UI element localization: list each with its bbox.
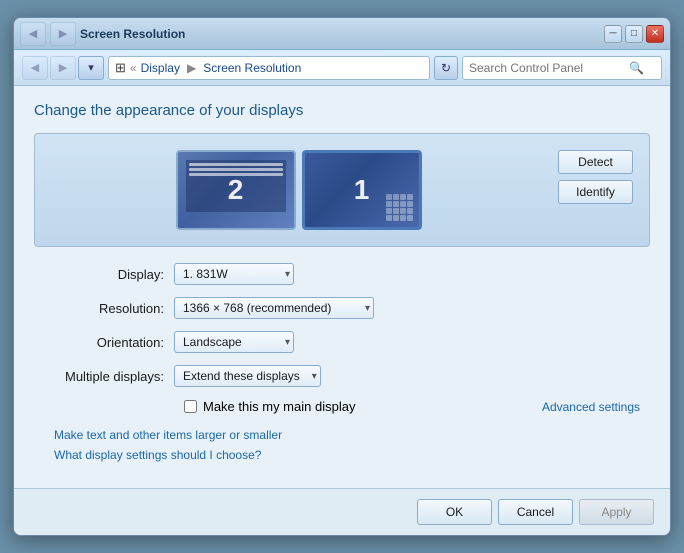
window-controls: ─ □ ✕ [604,25,664,43]
multiple-displays-select-wrapper: Extend these displays [174,365,321,387]
monitor-1-number: 1 [354,174,370,206]
screen-line [189,168,283,171]
breadcrumb: ⊞ « Display ▶ Screen Resolution [108,56,430,80]
main-window: ◀ ▶ Screen Resolution ─ □ ✕ ◀ ▶ ▾ ⊞ « Di… [13,17,671,536]
monitor-2-number: 2 [228,174,244,206]
title-bar: ◀ ▶ Screen Resolution ─ □ ✕ [14,18,670,50]
display-row: Display: 1. 831W [44,263,640,285]
nav-arrows: ◀ ▶ ▾ [22,56,104,80]
monitor-1-grid [386,194,413,221]
breadcrumb-separator1: « [130,61,137,75]
nav-forward-button[interactable]: ▶ [50,56,76,80]
ok-button[interactable]: OK [417,499,492,525]
advanced-settings-link[interactable]: Advanced settings [542,400,640,414]
title-bar-left: ◀ ▶ Screen Resolution [20,22,185,46]
monitors-area: 2 1 [51,150,546,230]
back-button[interactable]: ◀ [20,22,46,46]
nav-bar: ◀ ▶ ▾ ⊞ « Display ▶ Screen Resolution ↻ … [14,50,670,86]
identify-button[interactable]: Identify [558,180,633,204]
resolution-select[interactable]: 1366 × 768 (recommended) [174,297,374,319]
orientation-select[interactable]: Landscape [174,331,294,353]
display-label: Display: [44,267,174,282]
links-area: Make text and other items larger or smal… [34,428,650,462]
minimize-button[interactable]: ─ [604,25,622,43]
detect-button[interactable]: Detect [558,150,633,174]
monitor-1[interactable]: 1 [302,150,422,230]
breadcrumb-display[interactable]: Display [141,61,180,75]
breadcrumb-screen-resolution: Screen Resolution [203,61,301,75]
search-bar: 🔍 [462,56,662,80]
detect-identify-buttons: Detect Identify [558,150,633,204]
multiple-displays-label: Multiple displays: [44,369,174,384]
search-input[interactable] [469,61,629,75]
screen-line [189,163,283,166]
orientation-label: Orientation: [44,335,174,350]
breadcrumb-icon: ⊞ [115,60,126,76]
link-text-size[interactable]: Make text and other items larger or smal… [54,428,650,442]
maximize-button[interactable]: □ [625,25,643,43]
breadcrumb-arrow: ▶ [187,61,196,75]
resolution-select-wrapper: 1366 × 768 (recommended) [174,297,374,319]
multiple-displays-row: Multiple displays: Extend these displays [44,365,640,387]
monitor-2[interactable]: 2 [176,150,296,230]
forward-button[interactable]: ▶ [50,22,76,46]
footer: OK Cancel Apply [14,488,670,535]
main-display-checkbox[interactable] [184,400,197,413]
link-display-settings[interactable]: What display settings should I choose? [54,448,650,462]
display-preview-box: 2 1 Detect Identify [34,133,650,247]
orientation-select-wrapper: Landscape [174,331,294,353]
main-display-row: Make this my main display Advanced setti… [44,399,640,414]
cancel-button[interactable]: Cancel [498,499,573,525]
resolution-row: Resolution: 1366 × 768 (recommended) [44,297,640,319]
content-area: Change the appearance of your displays 2 [14,86,670,488]
close-button[interactable]: ✕ [646,25,664,43]
apply-button[interactable]: Apply [579,499,654,525]
window-title: Screen Resolution [80,27,185,41]
refresh-button[interactable]: ↻ [434,56,458,80]
main-display-label: Make this my main display [203,399,355,414]
search-icon: 🔍 [629,61,644,75]
form-area: Display: 1. 831W Resolution: 1366 × 768 … [34,263,650,414]
multiple-displays-select[interactable]: Extend these displays [174,365,321,387]
orientation-row: Orientation: Landscape [44,331,640,353]
page-title: Change the appearance of your displays [34,102,650,119]
display-select[interactable]: 1. 831W [174,263,294,285]
nav-back-button[interactable]: ◀ [22,56,48,80]
display-select-wrapper: 1. 831W [174,263,294,285]
resolution-label: Resolution: [44,301,174,316]
nav-down-button[interactable]: ▾ [78,56,104,80]
